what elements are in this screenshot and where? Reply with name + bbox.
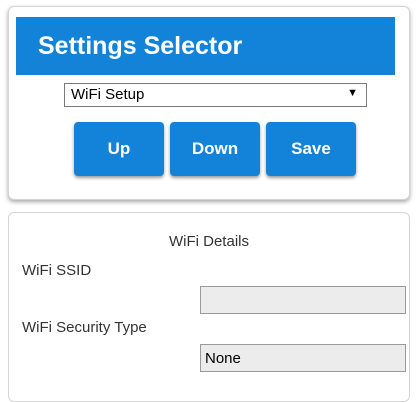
down-button[interactable]: Down — [170, 122, 260, 176]
settings-selector-header: Settings Selector — [16, 17, 395, 75]
settings-dropdown-value: WiFi Setup — [71, 86, 145, 103]
wifi-security-type-value: None — [205, 350, 241, 367]
triangle-down-icon: ▼ — [347, 87, 358, 99]
settings-dropdown[interactable]: WiFi Setup ▼ — [64, 83, 367, 107]
wifi-ssid-field[interactable] — [200, 286, 406, 314]
wifi-details-title: WiFi Details — [168, 233, 249, 250]
wifi-ssid-label: WiFi SSID — [22, 262, 92, 279]
save-button[interactable]: Save — [266, 122, 356, 176]
up-button[interactable]: Up — [74, 122, 164, 176]
wifi-security-type-field[interactable]: None — [200, 344, 406, 372]
settings-selector-title: Settings Selector — [38, 32, 243, 60]
wifi-security-type-label: WiFi Security Type — [22, 319, 147, 336]
